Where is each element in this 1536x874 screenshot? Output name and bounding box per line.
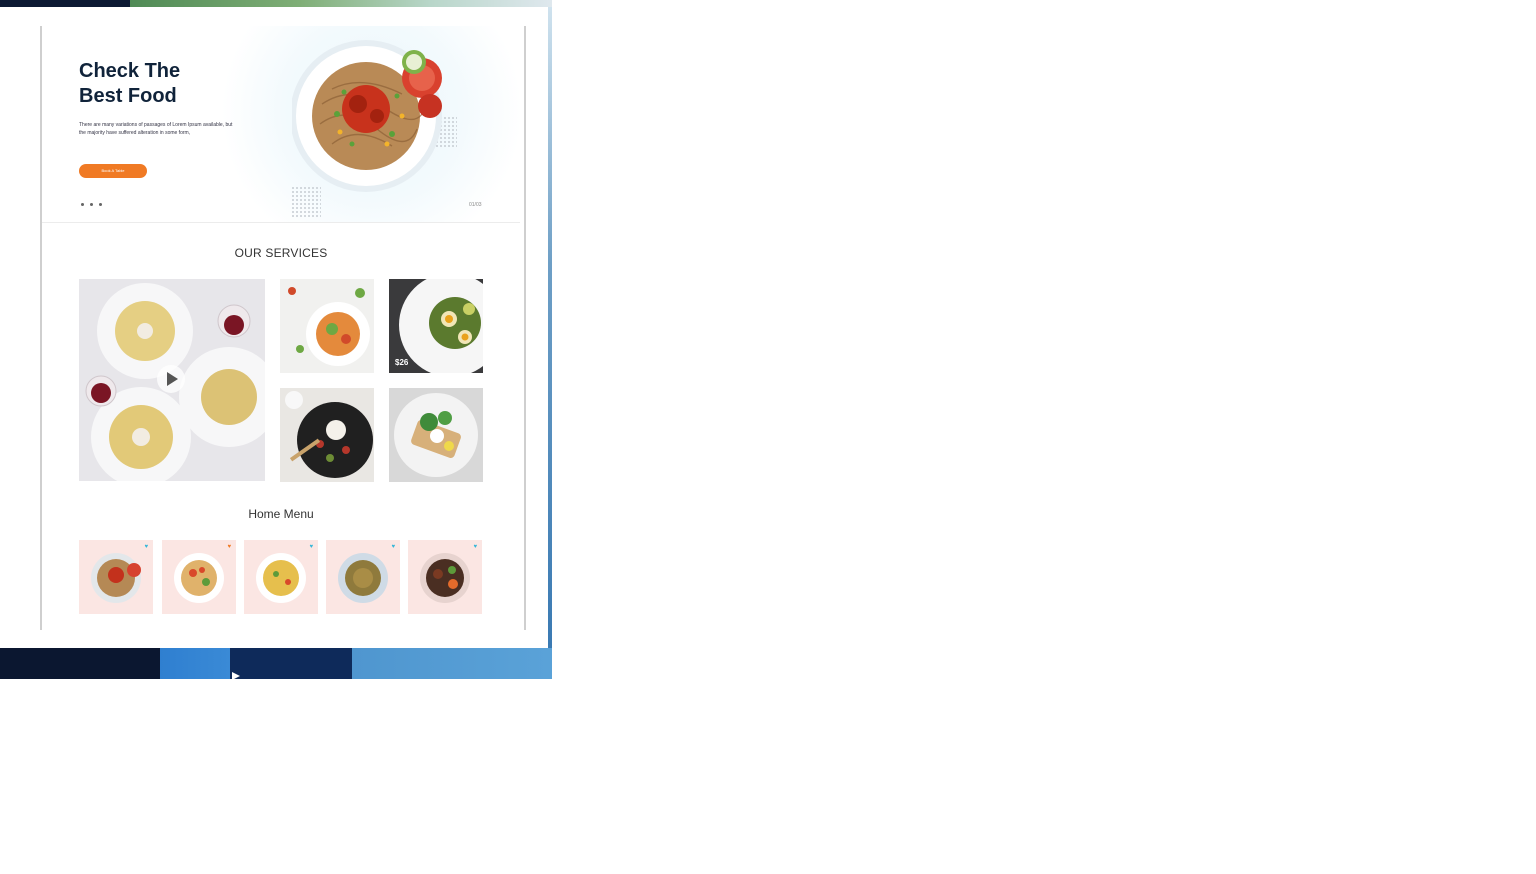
hero-description: There are many variations of passages of… <box>79 122 233 136</box>
background-window-edge <box>548 7 552 648</box>
hero-spaghetti-plate-image <box>292 40 442 192</box>
dark-plate-dish-image <box>280 388 374 482</box>
menu-dish-image <box>256 553 306 603</box>
services-title: OUR SERVICES <box>234 246 328 260</box>
cursor-arrow-icon <box>232 672 240 679</box>
toast-greens-image <box>389 388 483 482</box>
price-label: $26 <box>395 358 409 367</box>
menu-item-card[interactable]: ♥ <box>79 540 153 614</box>
menu-dish-image <box>174 553 224 603</box>
hero-title-line-2: Best Food <box>79 85 177 107</box>
menu-dish-image <box>420 553 470 603</box>
heart-icon[interactable]: ♥ <box>391 544 395 550</box>
services-video-tile[interactable] <box>79 279 265 481</box>
hero-title-line-1: Check The <box>79 60 181 82</box>
background-window-top-strip <box>0 0 552 7</box>
slider-dot[interactable] <box>99 203 102 206</box>
slider-dots[interactable] <box>81 203 102 206</box>
menu-item-card[interactable]: ♥ <box>326 540 400 614</box>
slider-dot[interactable] <box>90 203 93 206</box>
book-table-button[interactable]: Book A Table <box>79 164 147 178</box>
slide-counter: 01/03 <box>469 202 482 208</box>
hero-section: Check The Best Food There are many varia… <box>42 26 520 223</box>
slider-dot[interactable] <box>81 203 84 206</box>
pasta-plates-image <box>79 279 265 481</box>
menu-dish-image <box>338 553 388 603</box>
services-tile[interactable] <box>280 279 374 373</box>
webpage: Check The Best Food There are many varia… <box>40 26 526 630</box>
menu-item-card[interactable]: ♥ <box>408 540 482 614</box>
heart-icon[interactable]: ♥ <box>473 544 477 550</box>
hero-title: Check The Best Food <box>79 59 229 109</box>
menu-item-card[interactable]: ♥ <box>244 540 318 614</box>
background-window-bottom-strip <box>0 648 552 679</box>
menu-item-card[interactable]: ♥ <box>162 540 236 614</box>
captured-window: Check The Best Food There are many varia… <box>0 0 552 679</box>
vegetable-pasta-image <box>280 279 374 373</box>
services-tile[interactable] <box>389 388 483 482</box>
heart-icon[interactable]: ♥ <box>309 544 313 550</box>
home-menu-title: Home Menu <box>248 507 314 521</box>
services-tile[interactable] <box>280 388 374 482</box>
heart-icon[interactable]: ♥ <box>144 544 148 550</box>
heart-icon[interactable]: ♥ <box>227 544 231 550</box>
services-tile[interactable]: $26 <box>389 279 483 373</box>
menu-dish-image <box>91 553 141 603</box>
